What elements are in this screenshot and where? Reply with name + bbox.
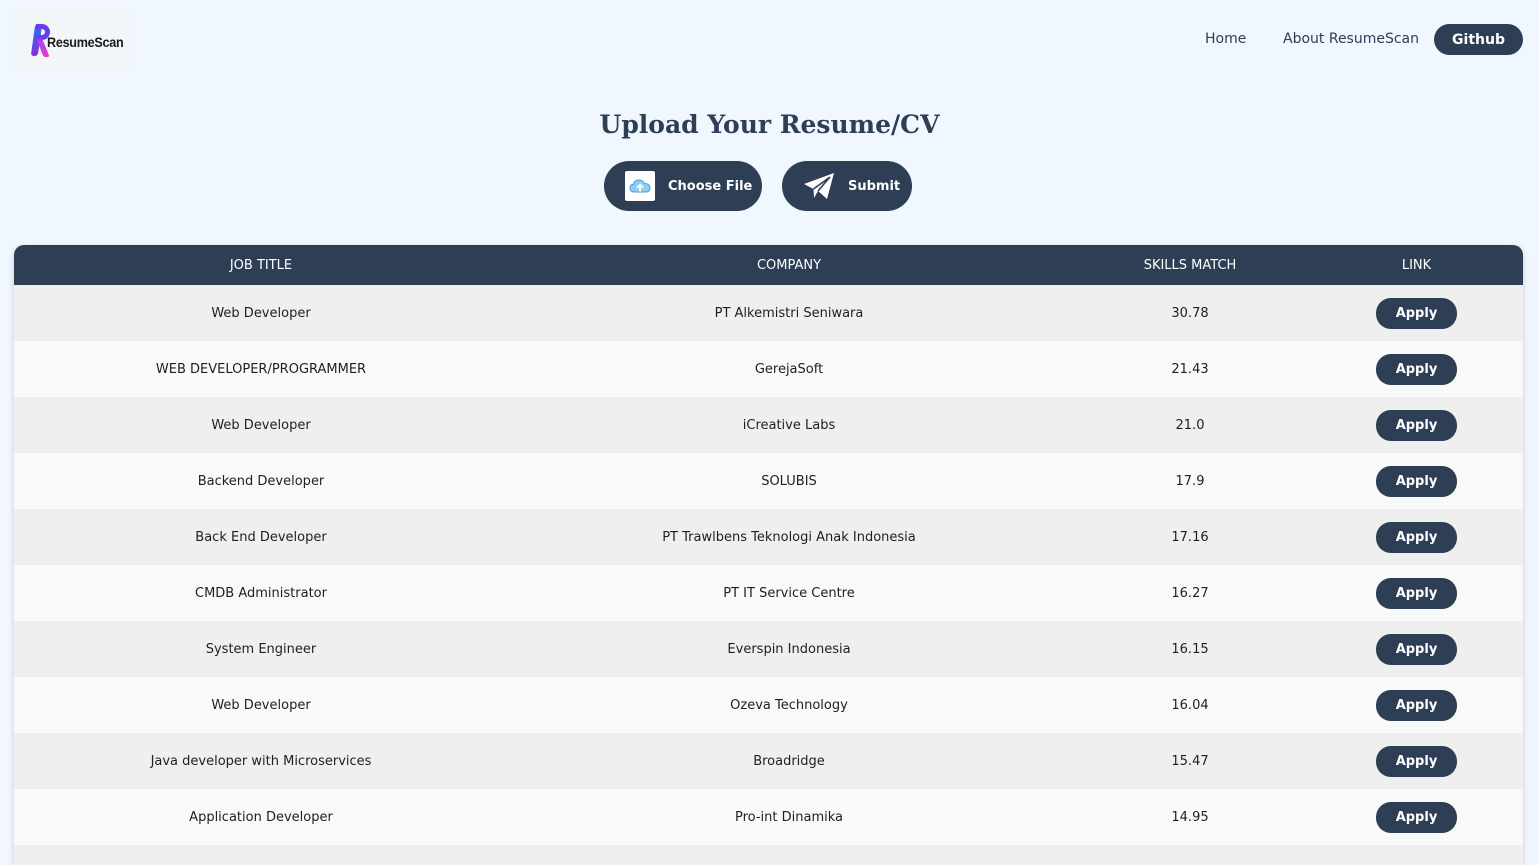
apply-button[interactable]: Apply <box>1376 465 1457 497</box>
job-title-cell: Web Developer <box>211 417 311 433</box>
table-row: CMDB Administrator PT IT Service Centre … <box>14 565 1523 621</box>
apply-button[interactable]: Apply <box>1376 633 1457 665</box>
job-title-cell: Backend Developer <box>197 473 325 489</box>
company-cell: PT IT Service Centre <box>723 585 855 601</box>
skills-match-cell: 16.15 <box>1171 641 1209 657</box>
header-skills-match: SKILLS MATCH <box>1143 257 1237 273</box>
logo-mark-icon <box>30 22 50 58</box>
job-title-cell: Back End Developer <box>195 529 327 545</box>
choose-file-button[interactable]: Choose File <box>604 161 762 211</box>
nav-home-link[interactable]: Home <box>1205 31 1246 47</box>
company-cell: Ozeva Technology <box>730 697 848 713</box>
job-title-cell: Web Developer <box>211 305 311 321</box>
table-row: Java developer with Microservices Broadr… <box>14 733 1523 789</box>
header-job-title: JOB TITLE <box>229 257 293 273</box>
apply-button[interactable]: Apply <box>1376 689 1457 721</box>
skills-match-cell: 30.78 <box>1171 305 1209 321</box>
apply-button[interactable]: Apply <box>1376 353 1457 385</box>
company-cell: Everspin Indonesia <box>727 641 851 657</box>
company-cell: GerejaSoft <box>754 361 824 377</box>
paper-plane-icon <box>802 171 836 201</box>
github-button[interactable]: Github <box>1434 24 1523 55</box>
skills-match-cell: 21.0 <box>1175 417 1205 433</box>
apply-button[interactable]: Apply <box>1376 577 1457 609</box>
table-row: Application Developer Pro-int Dinamika 1… <box>14 789 1523 845</box>
submit-button[interactable]: Submit <box>782 161 912 211</box>
top-navbar: ResumeScan Home About ResumeScan Github <box>0 0 1539 80</box>
table-row: Backend Developer SOLUBIS 17.9 Apply <box>14 453 1523 509</box>
table-row: Web Developer iCreative Labs 21.0 Apply <box>14 397 1523 453</box>
company-cell: Pro-int Dinamika <box>734 809 843 825</box>
job-title-cell: System Engineer <box>205 641 317 657</box>
nav-about-link[interactable]: About ResumeScan <box>1283 31 1419 47</box>
table-row: Web Developer PT Alkemistri Seniwara 30.… <box>14 285 1523 341</box>
table-row-partial <box>14 845 1523 865</box>
table-row: Web Developer Ozeva Technology 16.04 App… <box>14 677 1523 733</box>
logo-text: ResumeScan <box>47 34 124 50</box>
job-title-cell: Java developer with Microservices <box>150 753 372 769</box>
table-row: Back End Developer PT Trawlbens Teknolog… <box>14 509 1523 565</box>
apply-button[interactable]: Apply <box>1376 521 1457 553</box>
job-title-cell: CMDB Administrator <box>195 585 327 601</box>
job-match-table: JOB TITLE COMPANY SKILLS MATCH LINK Web … <box>14 245 1523 865</box>
cloud-upload-icon <box>625 171 655 201</box>
company-cell: iCreative Labs <box>742 417 836 433</box>
skills-match-cell: 21.43 <box>1171 361 1209 377</box>
apply-button[interactable]: Apply <box>1376 297 1457 329</box>
company-cell: SOLUBIS <box>761 473 817 489</box>
table-header: JOB TITLE COMPANY SKILLS MATCH LINK <box>14 245 1523 285</box>
skills-match-cell: 17.16 <box>1171 529 1209 545</box>
choose-file-label: Choose File <box>668 178 753 194</box>
job-title-cell: Application Developer <box>189 809 333 825</box>
header-company: COMPANY <box>756 257 822 273</box>
company-cell: PT Alkemistri Seniwara <box>714 305 864 321</box>
job-title-cell: Web Developer <box>211 697 311 713</box>
skills-match-cell: 16.27 <box>1171 585 1209 601</box>
table-row: System Engineer Everspin Indonesia 16.15… <box>14 621 1523 677</box>
upload-title: Upload Your Resume/CV <box>599 110 940 139</box>
skills-match-cell: 15.47 <box>1171 753 1209 769</box>
skills-match-cell: 17.9 <box>1175 473 1205 489</box>
job-title-cell: WEB DEVELOPER/PROGRAMMER <box>155 361 367 377</box>
company-cell: Broadridge <box>753 753 825 769</box>
header-link: LINK <box>1401 257 1432 273</box>
company-cell: PT Trawlbens Teknologi Anak Indonesia <box>662 529 916 545</box>
apply-button[interactable]: Apply <box>1376 745 1457 777</box>
skills-match-cell: 14.95 <box>1171 809 1209 825</box>
apply-button[interactable]: Apply <box>1376 801 1457 833</box>
skills-match-cell: 16.04 <box>1171 697 1209 713</box>
resumescan-logo[interactable]: ResumeScan <box>14 10 132 70</box>
submit-label: Submit <box>848 178 901 194</box>
table-row: WEB DEVELOPER/PROGRAMMER GerejaSoft 21.4… <box>14 341 1523 397</box>
apply-button[interactable]: Apply <box>1376 409 1457 441</box>
